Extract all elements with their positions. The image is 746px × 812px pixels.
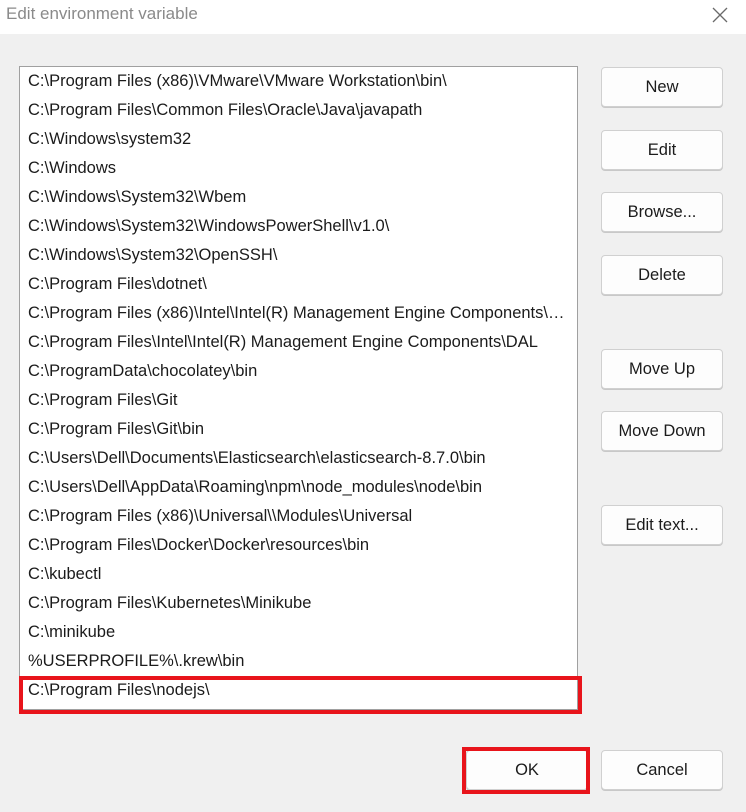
path-list-item[interactable]: C:\Windows\system32: [28, 125, 572, 154]
delete-button[interactable]: Delete: [601, 255, 723, 295]
path-list-item[interactable]: %USERPROFILE%\.krew\bin: [28, 647, 572, 676]
path-list-item[interactable]: C:\Windows\System32\WindowsPowerShell\v1…: [28, 212, 572, 241]
path-list-item[interactable]: C:\Program Files\Git: [28, 386, 572, 415]
path-list-item[interactable]: C:\Program Files\Docker\Docker\resources…: [28, 531, 572, 560]
move-down-button[interactable]: Move Down: [601, 411, 723, 451]
browse-button[interactable]: Browse...: [601, 192, 723, 232]
path-list-item[interactable]: C:\Program Files (x86)\Intel\Intel(R) Ma…: [28, 299, 572, 328]
close-button[interactable]: [702, 0, 738, 30]
path-list-item[interactable]: C:\Program Files\Common Files\Oracle\Jav…: [28, 96, 572, 125]
path-list-item[interactable]: C:\Program Files (x86)\Universal\\Module…: [28, 502, 572, 531]
move-up-button[interactable]: Move Up: [601, 349, 723, 389]
ok-button[interactable]: OK: [466, 750, 588, 790]
path-list[interactable]: C:\Program Files (x86)\VMware\VMware Wor…: [19, 66, 578, 710]
path-list-item[interactable]: C:\Program Files\Git\bin: [28, 415, 572, 444]
path-list-item[interactable]: C:\Users\Dell\AppData\Roaming\npm\node_m…: [28, 473, 572, 502]
path-list-item[interactable]: C:\Program Files\Kubernetes\Minikube: [28, 589, 572, 618]
new-button[interactable]: New: [601, 67, 723, 107]
path-list-item[interactable]: C:\Users\Dell\Documents\Elasticsearch\el…: [28, 444, 572, 473]
path-list-item[interactable]: C:\Program Files\nodejs\: [28, 676, 572, 705]
edit-button[interactable]: Edit: [601, 130, 723, 170]
path-list-item[interactable]: C:\kubectl: [28, 560, 572, 589]
close-icon: [712, 7, 728, 23]
window-title: Edit environment variable: [6, 4, 198, 23]
path-list-item[interactable]: C:\Windows\System32\Wbem: [28, 183, 572, 212]
cancel-button[interactable]: Cancel: [601, 750, 723, 790]
path-list-item[interactable]: C:\Windows: [28, 154, 572, 183]
path-list-item[interactable]: C:\Program Files\Intel\Intel(R) Manageme…: [28, 328, 572, 357]
path-list-item[interactable]: C:\minikube: [28, 618, 572, 647]
edit-text-button[interactable]: Edit text...: [601, 505, 723, 545]
title-bar: Edit environment variable: [0, 0, 746, 34]
path-list-item[interactable]: C:\Program Files\dotnet\: [28, 270, 572, 299]
path-list-item[interactable]: C:\Program Files (x86)\VMware\VMware Wor…: [28, 67, 572, 96]
path-list-item[interactable]: C:\Windows\System32\OpenSSH\: [28, 241, 572, 270]
path-list-item[interactable]: C:\ProgramData\chocolatey\bin: [28, 357, 572, 386]
